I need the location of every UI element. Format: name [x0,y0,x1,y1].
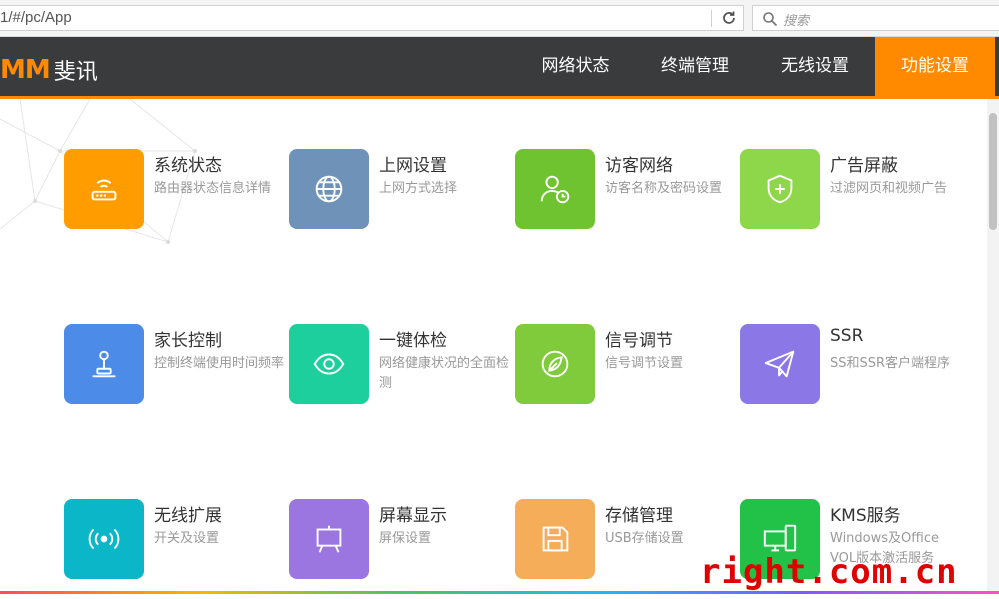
browser-toolbar: 1/#/pc/App 搜索 [0,0,999,37]
address-bar[interactable]: 1/#/pc/App [0,5,744,31]
app-ssr[interactable]: SSR SS和SSR客户端程序 [740,324,960,406]
app-guest-network[interactable]: 访客网络 访客名称及密码设置 [515,149,735,231]
easel-icon[interactable] [289,499,369,579]
top-navigation: MM 斐讯 网络状态 终端管理 无线设置 功能设置 [0,37,999,96]
app-health-check[interactable]: 一键体检 网络健康状况的全面检测 [289,324,509,406]
app-description: 开关及设置 [154,531,220,546]
paper-plane-icon[interactable] [740,324,820,404]
app-description: 上网方式选择 [379,181,458,196]
app-title: SSR [830,326,864,346]
app-description: 过滤网页和视频广告 [830,181,948,196]
leaf-icon[interactable] [515,324,595,404]
app-title: 访客网络 [605,156,673,176]
brand-logo: MM 斐讯 [0,55,98,85]
app-system-status[interactable]: 系统状态 路由器状态信息详情 [64,149,284,231]
eye-icon[interactable] [289,324,369,404]
app-ad-block[interactable]: 广告屏蔽 过滤网页和视频广告 [740,149,960,231]
app-description: USB存储设置 [605,531,684,546]
app-title: 屏幕显示 [379,506,447,526]
app-title: 一键体检 [379,331,447,351]
app-wireless-extension[interactable]: 无线扩展 开关及设置 [64,499,284,581]
app-description: SS和SSR客户端程序 [830,356,951,371]
app-description: 访客名称及密码设置 [605,181,723,196]
app-title: 存储管理 [605,506,673,526]
app-description: 路由器状态信息详情 [154,181,272,196]
app-title: 家长控制 [154,331,222,351]
scrollbar-thumb[interactable] [989,113,997,230]
nav-item-wireless-settings[interactable]: 无线设置 [760,37,870,96]
app-title: 上网设置 [379,156,447,176]
router-icon[interactable] [64,149,144,229]
nav-item-terminal-management[interactable]: 终端管理 [641,37,749,96]
wireless-icon[interactable] [64,499,144,579]
logo-mark: MM [0,55,51,85]
reload-icon[interactable] [721,10,737,26]
app-description: 网络健康状况的全面检测 [379,356,510,391]
app-internet-settings[interactable]: 上网设置 上网方式选择 [289,149,509,231]
app-title: 系统状态 [154,156,222,176]
app-title: 信号调节 [605,331,673,351]
app-title: 无线扩展 [154,506,222,526]
app-screen-display[interactable]: 屏幕显示 屏保设置 [289,499,509,581]
joystick-icon[interactable] [64,324,144,404]
floppy-icon[interactable] [515,499,595,579]
app-signal-adjust[interactable]: 信号调节 信号调节设置 [515,324,735,406]
address-divider [711,10,712,27]
nav-item-function-settings[interactable]: 功能设置 [875,37,995,96]
app-description: 信号调节设置 [605,356,684,371]
app-title: 广告屏蔽 [830,156,898,176]
app-description: 控制终端使用时间频率 [154,356,285,371]
shield-plus-icon[interactable] [740,149,820,229]
browser-search-field[interactable]: 搜索 [752,5,999,31]
app-description: 屏保设置 [379,531,432,546]
nav-item-network-status[interactable]: 网络状态 [521,37,630,96]
address-bar-url[interactable]: 1/#/pc/App [0,9,72,26]
watermark-text: right.com.cn [700,552,958,592]
search-placeholder: 搜索 [783,14,810,29]
search-icon [762,11,778,27]
globe-icon[interactable] [289,149,369,229]
app-title: KMS服务 [830,506,901,526]
app-parental-control[interactable]: 家长控制 控制终端使用时间频率 [64,324,284,406]
guest-user-icon[interactable] [515,149,595,229]
logo-text: 斐讯 [53,60,98,85]
